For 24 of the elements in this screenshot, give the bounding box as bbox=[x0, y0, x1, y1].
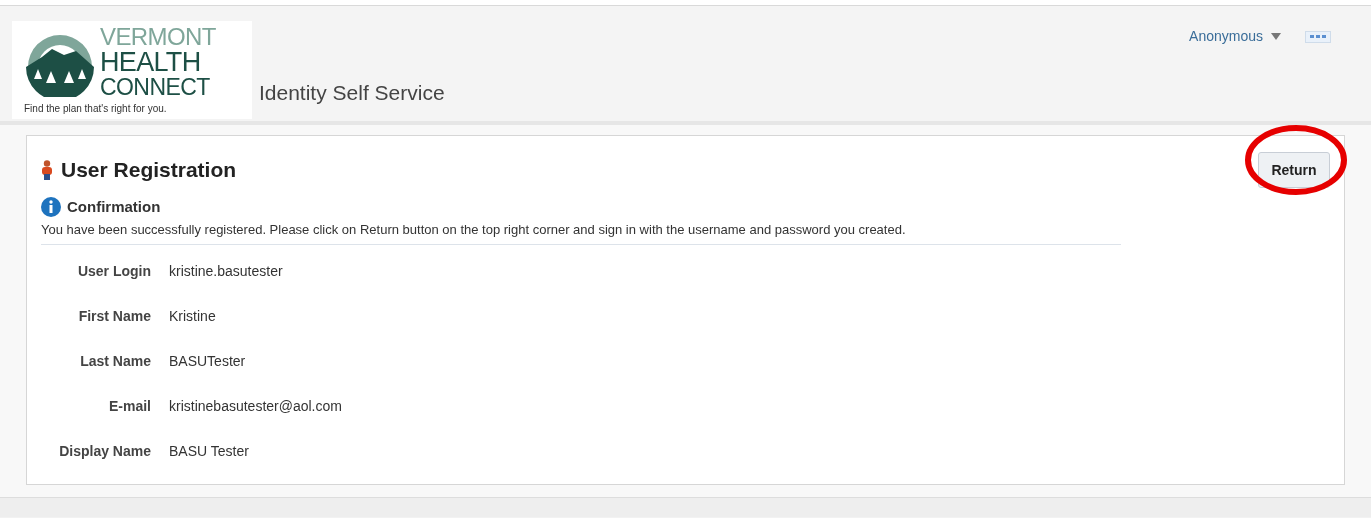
field-label: Display Name bbox=[58, 441, 151, 461]
caret-icon bbox=[1271, 33, 1281, 40]
field-value: BASU Tester bbox=[169, 441, 249, 461]
app-title: Identity Self Service bbox=[259, 80, 445, 106]
field-value: Kristine bbox=[169, 306, 216, 326]
user-menu[interactable]: Anonymous bbox=[1189, 26, 1281, 47]
field-label: User Login bbox=[76, 261, 151, 281]
logo-text: HEALTH bbox=[100, 49, 202, 76]
field-value: kristinebasutester@aol.com bbox=[169, 396, 342, 416]
person-icon bbox=[41, 159, 53, 180]
field-value: kristine.basutester bbox=[169, 261, 283, 281]
info-icon bbox=[41, 196, 61, 217]
field-value: BASUTester bbox=[169, 351, 246, 371]
logo-text: VERMONT bbox=[100, 25, 216, 49]
panel-title: User Registration bbox=[61, 157, 237, 183]
more-button[interactable] bbox=[1305, 30, 1331, 43]
return-button[interactable]: Return bbox=[1258, 152, 1330, 188]
field-label: E-mail bbox=[108, 396, 151, 416]
field-label: Last Name bbox=[79, 351, 151, 371]
confirmation-message: You have been successfully registered. Please click on Return button on the top right corner and sign in with the username and password you created. bbox=[41, 221, 907, 239]
confirmation-title: Confirmation bbox=[67, 196, 161, 217]
logo-tagline: Find the plan that's right for you. bbox=[24, 102, 167, 116]
field-label: First Name bbox=[77, 306, 151, 326]
logo-text: CONNECT bbox=[100, 76, 211, 99]
